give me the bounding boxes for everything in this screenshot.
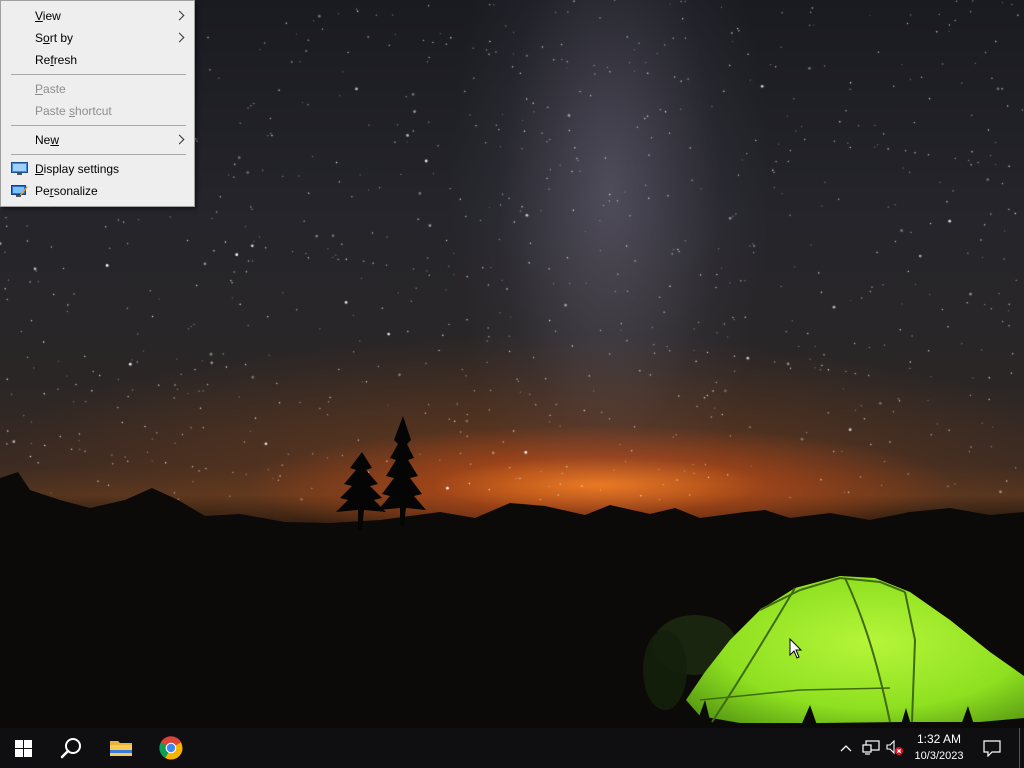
menu-separator	[11, 154, 186, 155]
menu-item-refresh[interactable]: Refresh	[1, 49, 194, 71]
menu-item-sort-by-label: Sort by	[35, 31, 74, 45]
menu-item-display-settings-label: Display settings	[35, 162, 120, 176]
volume-muted-icon	[886, 740, 903, 755]
search-icon	[60, 738, 81, 759]
chrome-button[interactable]	[148, 728, 194, 768]
windows-logo-icon	[14, 739, 32, 757]
network-tray-button[interactable]	[859, 728, 883, 768]
menu-item-sort-by[interactable]: Sort by	[1, 27, 194, 49]
menu-item-refresh-label: Refresh	[35, 53, 78, 67]
notification-icon	[983, 739, 1001, 757]
chevron-right-icon	[176, 129, 184, 151]
search-button[interactable]	[48, 728, 94, 768]
action-center-button[interactable]	[976, 728, 1008, 768]
chrome-icon	[159, 736, 183, 760]
start-button[interactable]	[0, 728, 46, 768]
clock-time: 1:32 AM	[916, 732, 962, 746]
menu-item-new[interactable]: New	[1, 129, 194, 151]
chevron-right-icon	[176, 27, 184, 49]
folder-icon	[110, 741, 132, 756]
menu-item-personalize[interactable]: Personalize	[1, 180, 194, 202]
menu-item-paste-shortcut-label: Paste shortcut	[35, 104, 112, 118]
file-explorer-button[interactable]	[98, 728, 144, 768]
chevron-up-icon	[840, 745, 852, 752]
menu-separator	[11, 125, 186, 126]
network-icon	[862, 740, 880, 755]
shrub	[643, 630, 687, 710]
menu-item-paste-shortcut[interactable]: Paste shortcut	[1, 100, 194, 122]
menu-separator	[11, 74, 186, 75]
menu-item-view-label: View	[35, 9, 61, 23]
personalize-icon	[11, 185, 28, 197]
display-settings-icon	[11, 162, 28, 175]
pine-tree-right	[378, 416, 426, 525]
menu-item-personalize-label: Personalize	[35, 184, 98, 198]
pine-tree-left	[336, 452, 386, 530]
mouse-cursor-icon	[789, 638, 803, 659]
desktop-context-menu: View Sort by Refresh Paste Paste shortcu…	[0, 0, 195, 207]
menu-item-paste[interactable]: Paste	[1, 78, 194, 100]
menu-item-paste-label: Paste	[35, 82, 66, 96]
volume-tray-button[interactable]	[884, 728, 906, 768]
show-desktop-button[interactable]	[1019, 728, 1024, 768]
menu-item-display-settings[interactable]: Display settings	[1, 158, 194, 180]
taskbar-clock[interactable]: 1:32 AM 10/3/2023	[908, 731, 970, 765]
taskbar: 1:32 AM 10/3/2023	[0, 728, 1024, 768]
show-hidden-icons-button[interactable]	[836, 728, 856, 768]
chevron-right-icon	[176, 5, 184, 27]
menu-item-new-label: New	[35, 133, 60, 147]
clock-date: 10/3/2023	[914, 750, 964, 762]
menu-item-view[interactable]: View	[1, 5, 194, 27]
